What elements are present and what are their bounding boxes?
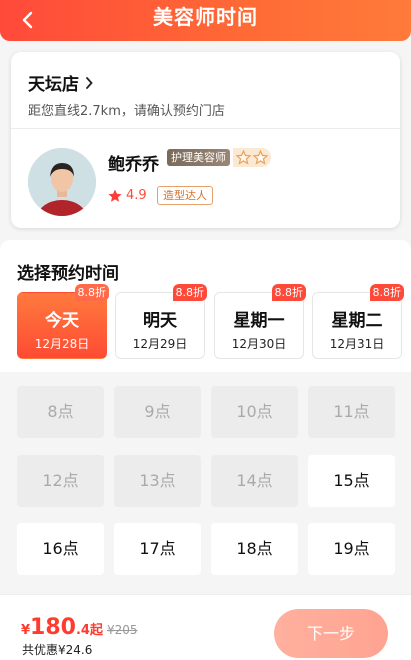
hour-slot: 8点 xyxy=(17,386,104,438)
hour-slot: 13点 xyxy=(114,455,201,507)
date-tab-day: 星期一 xyxy=(233,311,285,331)
discount-badge: 8.8折 xyxy=(172,284,207,301)
skill-tag: 造型达人 xyxy=(157,186,213,205)
date-tab-date: 12月28日 xyxy=(34,337,90,351)
store-selector[interactable]: 天坛店 xyxy=(28,70,93,95)
store-distance-hint: 距您直线2.7km，请确认预约门店 xyxy=(28,104,225,119)
chevron-right-icon xyxy=(86,76,93,89)
date-section: 选择预约时间 8.8折 今天 12月28日 8.8折 明天 12月29日 8.8… xyxy=(0,240,411,372)
hour-slot[interactable]: 15点 xyxy=(308,455,395,507)
next-step-button[interactable]: 下一步 xyxy=(274,609,388,658)
level-stars-icon xyxy=(236,150,269,165)
beautician-name: 鲍乔乔 xyxy=(108,155,159,175)
hour-slot: 9点 xyxy=(114,386,201,438)
beautician-card: 天坛店 距您直线2.7km，请确认预约门店 鲍乔乔 护理美容师 4.9 造型达人 xyxy=(11,52,400,228)
price: ¥ 180 .4 起 ¥205 xyxy=(21,615,138,640)
top-header: 美容师时间 xyxy=(0,0,411,41)
divider xyxy=(11,128,400,129)
level-stars-badge xyxy=(233,148,271,167)
price-suffix: 起 xyxy=(89,623,103,638)
section-title: 选择预约时间 xyxy=(17,264,119,284)
date-tab-tomorrow[interactable]: 8.8折 明天 12月29日 xyxy=(115,284,207,359)
hour-slot: 14点 xyxy=(211,455,298,507)
price-decimal: .4 xyxy=(75,623,90,638)
date-tab-day: 明天 xyxy=(143,311,177,331)
date-tab-day: 今天 xyxy=(45,311,79,331)
date-tab-today[interactable]: 8.8折 今天 12月28日 xyxy=(17,284,109,359)
hour-slot[interactable]: 19点 xyxy=(308,523,395,575)
avatar[interactable] xyxy=(28,148,96,216)
hour-slot: 12点 xyxy=(17,455,104,507)
store-name: 天坛店 xyxy=(28,75,79,95)
discount-badge: 8.8折 xyxy=(369,284,404,301)
avatar-image xyxy=(28,148,96,216)
hour-slot: 11点 xyxy=(308,386,395,438)
original-price: ¥205 xyxy=(106,623,138,637)
date-tab-tuesday[interactable]: 8.8折 星期二 12月31日 xyxy=(312,284,404,359)
date-tab-day: 星期二 xyxy=(331,311,383,331)
rating: 4.9 xyxy=(108,188,147,203)
hour-slot: 10点 xyxy=(211,386,298,438)
page-title: 美容师时间 xyxy=(153,5,258,29)
date-tab-monday[interactable]: 8.8折 星期一 12月30日 xyxy=(214,284,306,359)
star-icon xyxy=(108,189,122,202)
date-tab-date: 12月29日 xyxy=(132,337,188,351)
hour-slot[interactable]: 16点 xyxy=(17,523,104,575)
rating-value: 4.9 xyxy=(126,188,147,203)
role-badge: 护理美容师 xyxy=(167,149,230,166)
price-currency: ¥ xyxy=(21,623,31,638)
discount-badge: 8.8折 xyxy=(74,284,109,301)
hour-slot[interactable]: 18点 xyxy=(211,523,298,575)
price-integer: 180 xyxy=(30,615,76,640)
date-tab-date: 12月30日 xyxy=(231,337,287,351)
date-tab-date: 12月31日 xyxy=(329,337,385,351)
hour-slot[interactable]: 17点 xyxy=(114,523,201,575)
total-saving: 共优惠¥24.6 xyxy=(22,643,93,657)
discount-badge: 8.8折 xyxy=(271,284,306,301)
